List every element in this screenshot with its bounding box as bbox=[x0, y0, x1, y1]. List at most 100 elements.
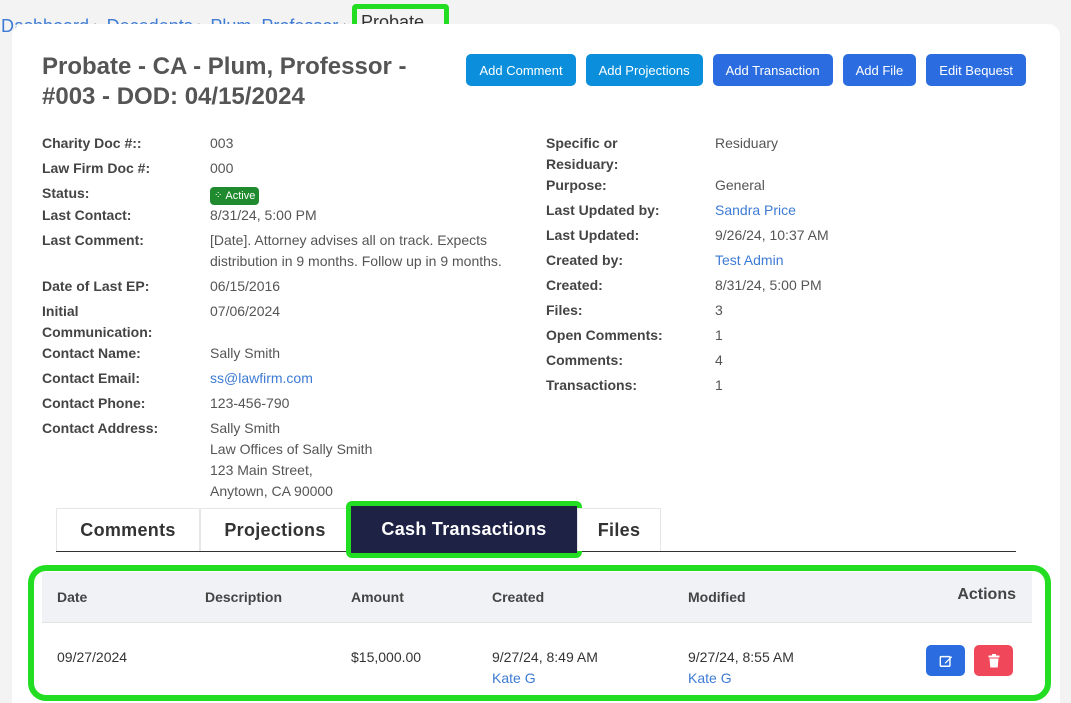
open-comments-row: Open Comments: 1 bbox=[546, 325, 915, 346]
tab-cash-transactions-label: Cash Transactions bbox=[351, 506, 577, 553]
last-comment-row: Last Comment: [Date]. Attorney advises a… bbox=[42, 230, 530, 272]
contact-email-link[interactable]: ss@lawfirm.com bbox=[210, 370, 313, 386]
header-amount[interactable]: Amount bbox=[351, 589, 404, 605]
address-line: 123 Main Street, bbox=[210, 462, 313, 478]
contact-name-value: Sally Smith bbox=[210, 345, 281, 361]
edit-bequest-button[interactable]: Edit Bequest bbox=[926, 54, 1026, 86]
contact-email-row: Contact Email: ss@lawfirm.com bbox=[42, 368, 530, 389]
last-contact-row: Last Contact: 8/31/24, 5:00 PM bbox=[42, 205, 530, 226]
law-firm-doc-value: 000 bbox=[210, 160, 234, 176]
contact-name-label: Contact Name: bbox=[42, 345, 141, 361]
table-row: 09/27/2024 $15,000.00 9/27/24, 8:49 AM K… bbox=[42, 623, 1032, 691]
contact-phone-row: Contact Phone: 123-456-790 bbox=[42, 393, 530, 414]
date-last-ep-label: Date of Last EP: bbox=[42, 278, 150, 294]
files-value: 3 bbox=[715, 302, 723, 318]
tab-files[interactable]: Files bbox=[577, 508, 661, 551]
specific-row: Specific or Residuary: Residuary bbox=[546, 133, 915, 175]
created-by-value: Test Admin bbox=[715, 250, 915, 271]
contact-address-row: Contact Address: Sally Smith Law Offices… bbox=[42, 418, 530, 502]
action-toolbar: Add Comment Add Projections Add Transact… bbox=[466, 54, 1026, 86]
contact-address-value: Sally Smith Law Offices of Sally Smith 1… bbox=[210, 418, 530, 502]
status-badge: ⁘ Active bbox=[210, 187, 260, 205]
status-row: Status: ⁘ Active bbox=[42, 183, 530, 205]
header-created[interactable]: Created bbox=[492, 589, 544, 605]
last-contact-value: 8/31/24, 5:00 PM bbox=[210, 207, 317, 223]
header-actions: Actions bbox=[957, 586, 1016, 603]
last-updated-by-row: Last Updated by: Sandra Price bbox=[546, 200, 915, 221]
last-updated-row: Last Updated: 9/26/24, 10:37 AM bbox=[546, 225, 915, 246]
address-line: Sally Smith bbox=[210, 420, 281, 436]
charity-doc-row: Charity Doc #:: 003 bbox=[42, 133, 530, 154]
add-file-button[interactable]: Add File bbox=[842, 54, 917, 86]
created-by-user-link[interactable]: Kate G bbox=[492, 668, 598, 689]
tab-projections[interactable]: Projections bbox=[200, 508, 350, 551]
contact-email-label: Contact Email: bbox=[42, 370, 141, 386]
table-header: Date Description Amount Created Modified… bbox=[42, 572, 1032, 623]
spinner-icon: ⁘ bbox=[214, 190, 223, 201]
header-date[interactable]: Date bbox=[57, 589, 87, 605]
add-projections-button[interactable]: Add Projections bbox=[585, 54, 703, 86]
files-label: Files: bbox=[546, 302, 583, 318]
contact-name-row: Contact Name: Sally Smith bbox=[42, 343, 530, 364]
last-updated-value: 9/26/24, 10:37 AM bbox=[715, 227, 829, 243]
tab-comments[interactable]: Comments bbox=[56, 508, 200, 551]
address-line: Anytown, CA 90000 bbox=[210, 483, 333, 499]
last-contact-label: Last Contact: bbox=[42, 207, 132, 223]
tab-cash-transactions[interactable]: Cash Transactions bbox=[346, 501, 582, 558]
created-by-label: Created by: bbox=[546, 252, 624, 268]
last-comment-value: [Date]. Attorney advises all on track. E… bbox=[210, 232, 502, 269]
page-title: Probate - CA - Plum, Professor - #003 - … bbox=[42, 53, 407, 110]
initial-comm-row: Initial Communication: 07/06/2024 bbox=[42, 301, 530, 343]
header-description[interactable]: Description bbox=[205, 589, 282, 605]
comments-row: Comments: 4 bbox=[546, 350, 915, 371]
law-firm-doc-row: Law Firm Doc #: 000 bbox=[42, 158, 530, 179]
created-value: 8/31/24, 5:00 PM bbox=[715, 277, 822, 293]
last-updated-by-link[interactable]: Sandra Price bbox=[715, 202, 796, 218]
created-row: Created: 8/31/24, 5:00 PM bbox=[546, 275, 915, 296]
modified-by-user-link[interactable]: Kate G bbox=[688, 668, 794, 689]
purpose-value: General bbox=[715, 177, 765, 193]
law-firm-doc-label: Law Firm Doc #: bbox=[42, 160, 151, 176]
contact-phone-label: Contact Phone: bbox=[42, 395, 146, 411]
tab-bar: Comments Projections Cash Transactions F… bbox=[56, 501, 1016, 558]
open-comments-label: Open Comments: bbox=[546, 327, 663, 343]
status-label: Status: bbox=[42, 185, 90, 201]
comments-value: 4 bbox=[715, 352, 723, 368]
last-updated-by-value: Sandra Price bbox=[715, 200, 915, 221]
open-comments-value: 1 bbox=[715, 327, 723, 343]
header-modified[interactable]: Modified bbox=[688, 589, 746, 605]
edit-transaction-button[interactable] bbox=[926, 645, 965, 676]
initial-comm-value: 07/06/2024 bbox=[210, 303, 281, 319]
details-left: Charity Doc #:: 003 Law Firm Doc #: 000 … bbox=[42, 133, 530, 506]
transactions-row: Transactions: 1 bbox=[546, 375, 915, 396]
cell-amount: $15,000.00 bbox=[351, 649, 422, 665]
created-by-link[interactable]: Test Admin bbox=[715, 252, 783, 268]
specific-value: Residuary bbox=[715, 135, 779, 151]
details-right: Specific or Residuary: Residuary Purpose… bbox=[546, 133, 915, 400]
cell-created: 9/27/24, 8:49 AM Kate G bbox=[492, 647, 598, 689]
edit-icon bbox=[939, 655, 952, 667]
transactions-table: Date Description Amount Created Modified… bbox=[42, 572, 1032, 691]
charity-doc-label: Charity Doc #:: bbox=[42, 135, 142, 151]
status-text: Active bbox=[225, 190, 256, 202]
comments-label: Comments: bbox=[546, 352, 624, 368]
add-transaction-button[interactable]: Add Transaction bbox=[712, 54, 833, 86]
transactions-label: Transactions: bbox=[546, 377, 638, 393]
initial-comm-label: Initial Communication: bbox=[42, 303, 153, 340]
last-comment-label: Last Comment: bbox=[42, 232, 144, 248]
modified-timestamp: 9/27/24, 8:55 AM bbox=[688, 649, 794, 665]
charity-doc-value: 003 bbox=[210, 135, 234, 151]
date-last-ep-value: 06/15/2016 bbox=[210, 278, 281, 294]
created-label: Created: bbox=[546, 277, 603, 293]
specific-label: Specific or Residuary: bbox=[546, 135, 619, 172]
cell-date: 09/27/2024 bbox=[57, 649, 128, 665]
delete-transaction-button[interactable] bbox=[974, 645, 1013, 676]
trash-icon bbox=[988, 653, 999, 667]
last-updated-by-label: Last Updated by: bbox=[546, 202, 660, 218]
created-by-row: Created by: Test Admin bbox=[546, 250, 915, 271]
cell-modified: 9/27/24, 8:55 AM Kate G bbox=[688, 647, 794, 689]
last-updated-label: Last Updated: bbox=[546, 227, 640, 243]
date-last-ep-row: Date of Last EP: 06/15/2016 bbox=[42, 276, 530, 297]
files-row: Files: 3 bbox=[546, 300, 915, 321]
add-comment-button[interactable]: Add Comment bbox=[466, 54, 576, 86]
